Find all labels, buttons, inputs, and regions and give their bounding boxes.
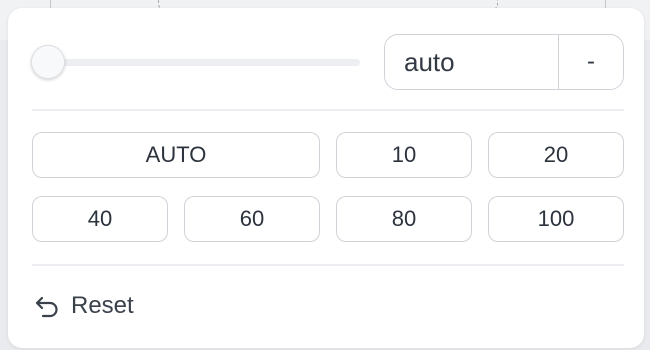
preset-100-button[interactable]: 100	[488, 196, 624, 242]
preset-label: 20	[543, 142, 569, 167]
undo-arrow-icon	[33, 292, 61, 320]
preset-80-button[interactable]: 80	[336, 196, 472, 242]
size-unit-selector[interactable]: -	[558, 35, 623, 89]
divider-top	[32, 109, 624, 111]
size-value-input[interactable]	[385, 35, 558, 89]
preset-auto-button[interactable]: AUTO	[32, 132, 320, 178]
preset-label: 100	[537, 206, 575, 231]
reset-button[interactable]: Reset	[33, 288, 134, 324]
preset-10-button[interactable]: 10	[336, 132, 472, 178]
reset-label: Reset	[71, 292, 134, 319]
size-slider-track[interactable]	[40, 59, 360, 66]
preset-40-button[interactable]: 40	[32, 196, 168, 242]
size-unit-label: -	[587, 48, 595, 75]
preset-label: 10	[391, 142, 417, 167]
preset-label: 80	[391, 206, 417, 231]
size-value-group: -	[384, 34, 624, 90]
divider-bottom	[32, 264, 624, 266]
preset-20-button[interactable]: 20	[488, 132, 624, 178]
preset-label: 60	[239, 206, 265, 231]
preset-label: 40	[87, 206, 113, 231]
preset-60-button[interactable]: 60	[184, 196, 320, 242]
preset-label: AUTO	[145, 142, 207, 167]
size-slider-thumb[interactable]	[31, 45, 65, 79]
